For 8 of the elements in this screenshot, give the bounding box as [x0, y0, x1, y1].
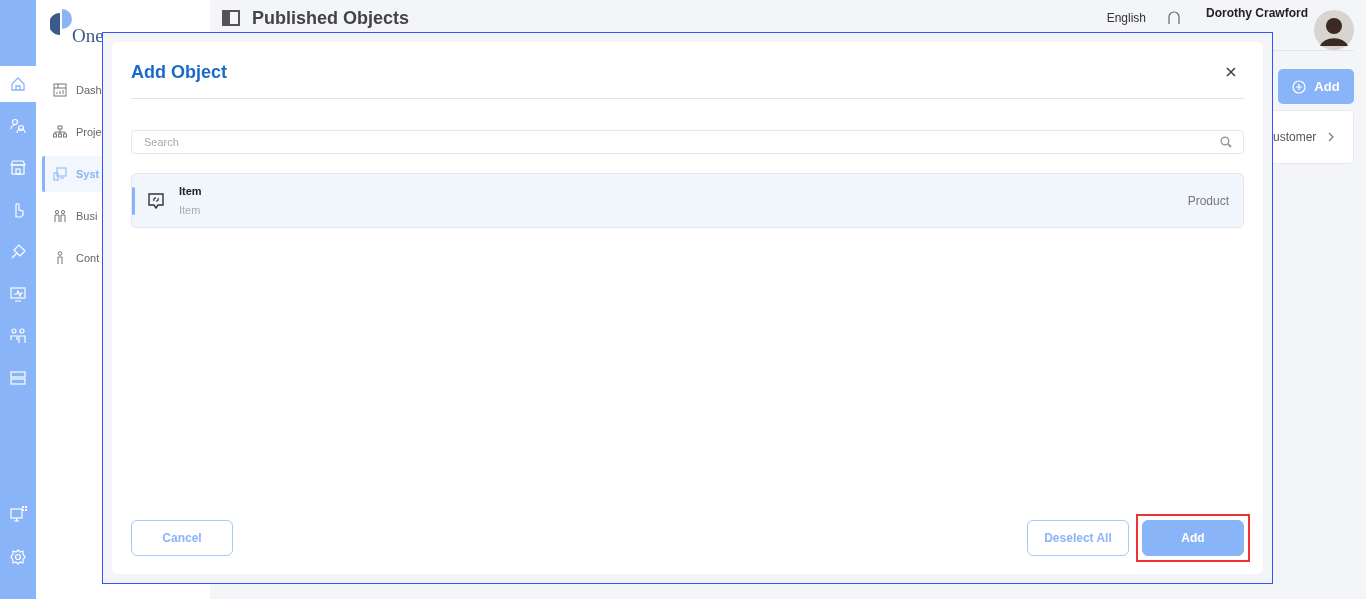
item-name: Item — [179, 184, 202, 199]
logo-text: One — [72, 23, 104, 48]
item-type: Product — [1187, 192, 1229, 210]
dialog-title: Add Object — [131, 60, 227, 84]
item-subtitle: Item — [179, 202, 202, 218]
page-title: Published Objects — [252, 6, 410, 30]
card-label: ustomer — [1273, 129, 1317, 146]
user-name: Dorothy Crawford — [1206, 5, 1308, 22]
